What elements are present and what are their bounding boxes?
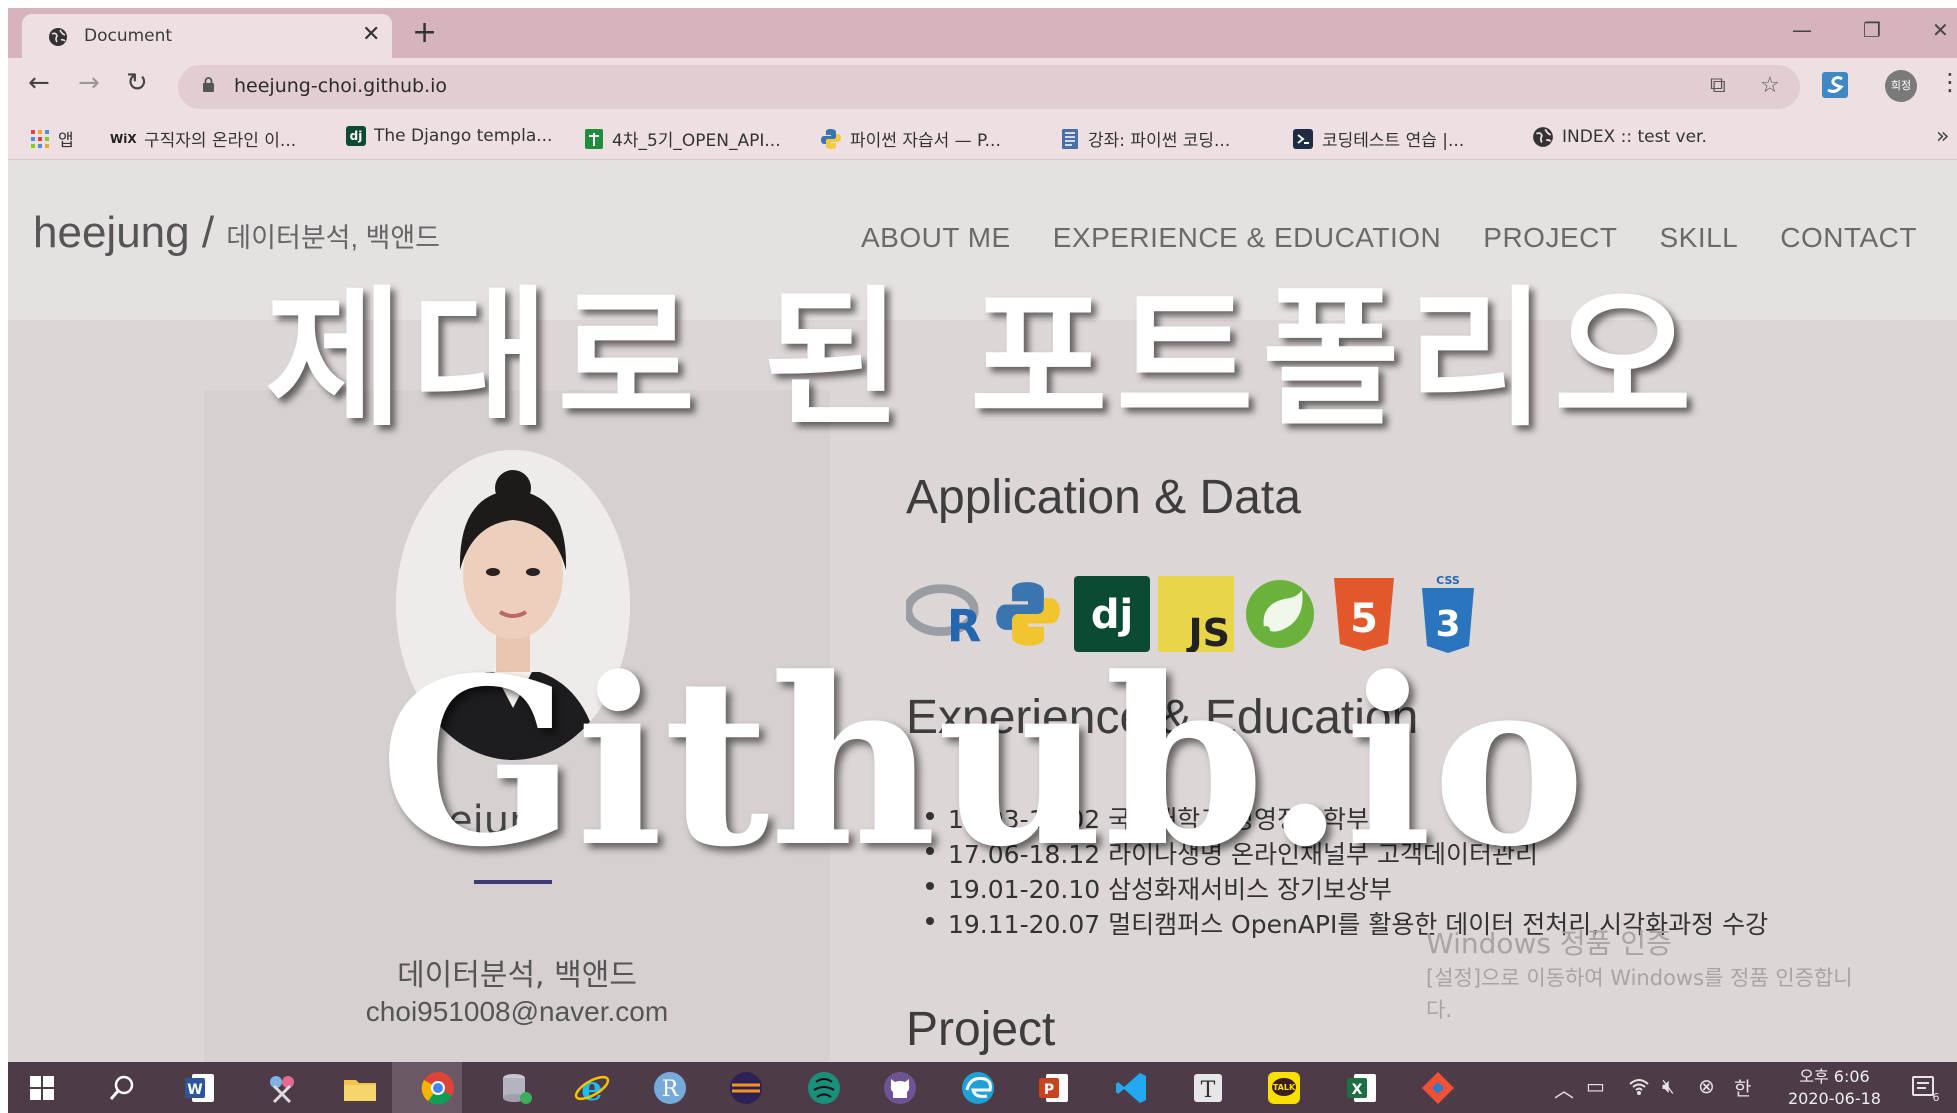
- bookmark-index[interactable]: INDEX :: test ver.: [1532, 126, 1707, 148]
- taskbar-clock[interactable]: 오후 6:06 2020-06-18: [1788, 1066, 1881, 1110]
- windows-taskbar: W e R P T TALK X ︿ ▭ 🔇︎ ⊗ 한 오후 6:06 2020…: [8, 1062, 1957, 1113]
- profile-role: 데이터분석, 백앤드: [397, 958, 637, 993]
- sheets-icon: [585, 128, 603, 149]
- battery-icon[interactable]: ▭: [1586, 1074, 1605, 1098]
- svg-text:e: e: [581, 1069, 603, 1108]
- python-icon: [821, 128, 841, 149]
- browser-tab[interactable]: Document ✕: [22, 14, 392, 58]
- eclipse-icon[interactable]: [726, 1068, 766, 1108]
- bookmark-label: 앱: [58, 131, 74, 151]
- bookmark-apps[interactable]: 앱: [30, 126, 74, 151]
- snipping-tool-icon[interactable]: [262, 1068, 302, 1108]
- bookmark-label: 코딩테스트 연습 |...: [1322, 131, 1465, 151]
- search-icon[interactable]: [102, 1068, 142, 1108]
- skills-section-title: Application & Data: [906, 471, 1301, 524]
- svg-text:T: T: [1201, 1078, 1216, 1103]
- edge-icon[interactable]: [958, 1068, 998, 1108]
- chevron-up-icon[interactable]: ︿: [1554, 1074, 1574, 1103]
- kakaotalk-icon[interactable]: TALK: [1264, 1068, 1304, 1108]
- bookmark-course[interactable]: 강좌: 파이썬 코딩...: [1060, 126, 1230, 151]
- globe-icon: [1533, 127, 1553, 147]
- word-icon[interactable]: W: [180, 1068, 220, 1108]
- profile-avatar[interactable]: 희정: [1885, 70, 1917, 102]
- tab-close-icon[interactable]: ✕: [362, 22, 380, 47]
- programmers-icon: [1293, 128, 1313, 149]
- bookmark-wix[interactable]: WiX 구직자의 온라인 이...: [110, 126, 296, 151]
- ime-indicator[interactable]: 한: [1734, 1074, 1751, 1101]
- internet-explorer-icon[interactable]: e: [572, 1068, 612, 1108]
- address-bar[interactable]: heejung-choi.github.io ⧉ ☆: [178, 65, 1800, 109]
- overlay-title-github: Github.io: [379, 628, 1586, 898]
- close-window-icon[interactable]: ✕: [1932, 18, 1949, 42]
- browser-tab-strip: Document ✕ + — ❐ ✕: [8, 8, 1957, 58]
- svg-text:P: P: [1044, 1082, 1054, 1098]
- menu-dots-icon[interactable]: ⋮: [1938, 68, 1957, 96]
- apps-grid-icon: [31, 129, 49, 148]
- powerpoint-icon[interactable]: P: [1034, 1068, 1074, 1108]
- django-icon: dj: [346, 126, 366, 146]
- clock-time: 오후 6:06: [1799, 1067, 1870, 1086]
- bookmark-star-icon[interactable]: ☆: [1760, 73, 1780, 98]
- windows-start-icon[interactable]: [22, 1068, 62, 1108]
- file-explorer-icon[interactable]: [340, 1068, 380, 1108]
- wifi-icon[interactable]: [1628, 1076, 1650, 1096]
- notification-count: 6: [1933, 1091, 1940, 1102]
- bookmark-sheets[interactable]: 4차_5기_OPEN_API...: [584, 126, 781, 151]
- bookmark-label: 파이썬 자습서 — P...: [850, 131, 1001, 151]
- lock-icon: [203, 77, 214, 92]
- translate-icon[interactable]: ⧉: [1710, 73, 1726, 98]
- reload-icon[interactable]: ↻: [126, 68, 148, 98]
- activation-title: Windows 정품 인증: [1426, 927, 1672, 960]
- brain-app-icon[interactable]: [804, 1068, 844, 1108]
- new-tab-button[interactable]: +: [412, 18, 437, 48]
- bookmark-label: 4차_5기_OPEN_API...: [612, 131, 781, 151]
- svg-text:X: X: [1352, 1082, 1363, 1098]
- svg-text:TALK: TALK: [1273, 1083, 1296, 1092]
- excel-icon[interactable]: X: [1342, 1068, 1382, 1108]
- windows-activation-watermark: Windows 정품 인증 [설정]으로 이동하여 Windows를 정품 인증…: [1426, 922, 1853, 1026]
- skill-caption: CSS: [1436, 574, 1460, 587]
- database-icon[interactable]: [496, 1068, 536, 1108]
- notification-center-icon[interactable]: 6: [1910, 1074, 1940, 1102]
- activation-text: [설정]으로 이동하여 Windows를 정품 인증합니: [1426, 966, 1853, 990]
- overlay-title-korean: 제대로 된 포트폴리오: [265, 273, 1700, 447]
- profile-email[interactable]: choi951008@naver.com: [204, 996, 830, 1028]
- project-section-title: Project: [906, 1003, 1056, 1056]
- activation-text-cont: 다.: [1426, 998, 1452, 1022]
- restore-icon[interactable]: ❐: [1863, 18, 1881, 42]
- speaker-muted-icon[interactable]: 🔇︎: [1662, 1074, 1675, 1098]
- bookmark-label: INDEX :: test ver.: [1562, 127, 1707, 147]
- github-desktop-icon[interactable]: [880, 1068, 920, 1108]
- globe-icon: [49, 28, 67, 46]
- vscode-icon[interactable]: [1112, 1068, 1152, 1108]
- extension-icon[interactable]: [1820, 70, 1850, 100]
- svg-text:W: W: [187, 1082, 202, 1098]
- minimize-icon[interactable]: —: [1792, 18, 1812, 42]
- tab-title: Document: [84, 26, 173, 46]
- bookmark-python[interactable]: 파이썬 자습서 — P...: [820, 126, 1001, 151]
- chrome-icon[interactable]: [418, 1068, 458, 1108]
- back-icon[interactable]: ←: [28, 68, 50, 98]
- bookmark-django[interactable]: dj The Django templa...: [346, 126, 552, 146]
- close-circle-icon[interactable]: ⊗: [1698, 1074, 1715, 1098]
- url-text: heejung-choi.github.io: [234, 75, 448, 97]
- bookmarks-more-icon[interactable]: »: [1936, 124, 1949, 149]
- clock-date: 2020-06-18: [1788, 1089, 1881, 1108]
- sourcetree-icon[interactable]: [1418, 1068, 1458, 1108]
- wix-icon: WiX: [110, 131, 137, 146]
- bookmarks-bar: 앱 WiX 구직자의 온라인 이... dj The Django templa…: [8, 116, 1957, 160]
- browser-toolbar: ← → ↻ heejung-choi.github.io ⧉ ☆ 희정 ⋮: [8, 58, 1957, 116]
- svg-text:R: R: [662, 1077, 680, 1102]
- bookmark-label: 구직자의 온라인 이...: [144, 131, 297, 151]
- bookmark-label: 강좌: 파이썬 코딩...: [1088, 131, 1231, 151]
- bookmark-programmers[interactable]: 코딩테스트 연습 |...: [1292, 126, 1464, 151]
- forward-icon[interactable]: →: [78, 68, 100, 98]
- screenshot-frame: Document ✕ + — ❐ ✕ ← → ↻ heejung-choi.gi…: [8, 8, 1957, 1113]
- book-icon: [1062, 128, 1078, 149]
- typora-icon[interactable]: T: [1188, 1068, 1228, 1108]
- bookmark-label: The Django templa...: [374, 126, 553, 146]
- r-studio-icon[interactable]: R: [650, 1068, 690, 1108]
